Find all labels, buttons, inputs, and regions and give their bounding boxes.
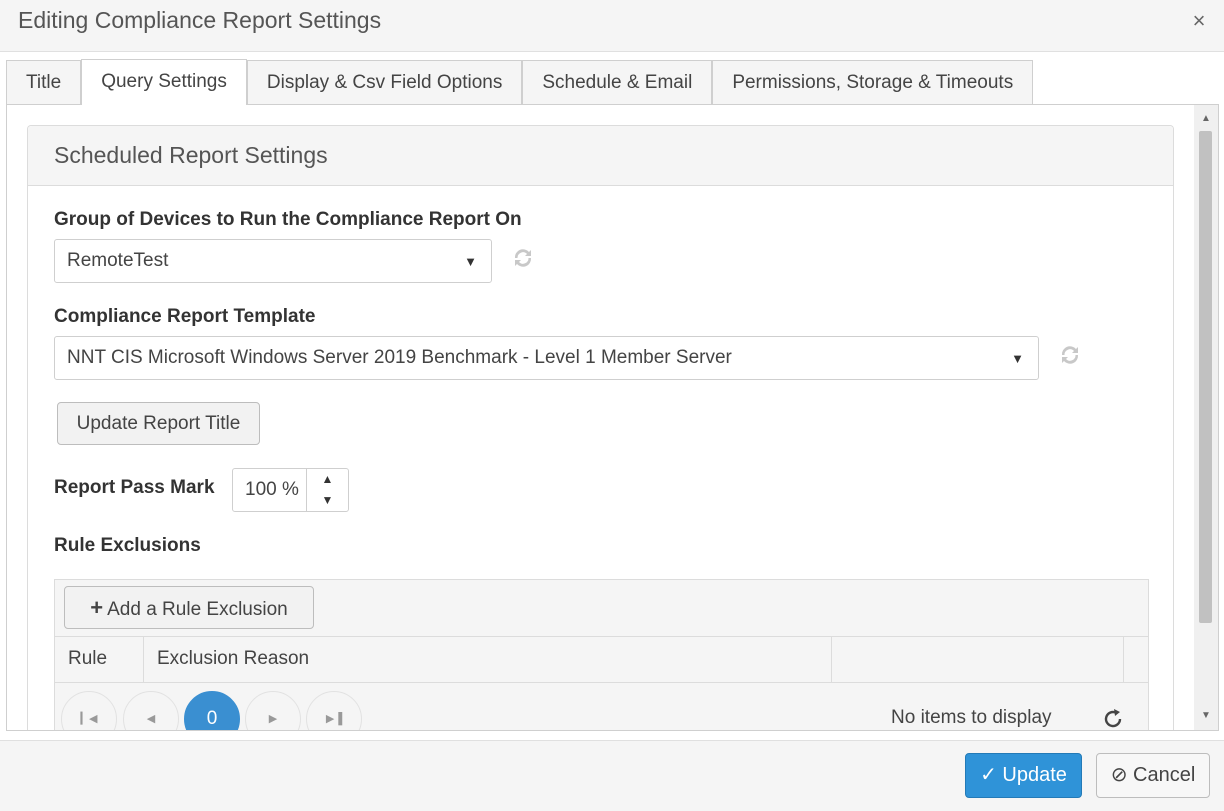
group-label: Group of Devices to Run the Compliance R… xyxy=(54,209,522,230)
refresh-icon[interactable] xyxy=(1101,707,1125,731)
cancel-button[interactable]: ⊘ Cancel xyxy=(1096,753,1210,798)
previous-page-button[interactable]: ◀ xyxy=(123,691,179,730)
grid-header: Rule Exclusion Reason xyxy=(55,637,1148,683)
rule-exclusions-label: Rule Exclusions xyxy=(54,535,201,556)
dialog-footer: ✓ Update ⊘ Cancel xyxy=(0,740,1224,811)
scroll-thumb[interactable] xyxy=(1199,131,1212,623)
grid-pager: ▎◀ ◀ 0 ▶ ▶▐ No items to display xyxy=(55,683,1148,731)
stepper-buttons: ▲ ▼ xyxy=(306,469,348,511)
check-icon: ✓ xyxy=(980,764,997,786)
column-header-exclusion-reason[interactable]: Exclusion Reason xyxy=(144,637,832,682)
last-page-button[interactable]: ▶▐ xyxy=(306,691,362,730)
plus-icon: + xyxy=(90,595,104,620)
tab-schedule-email[interactable]: Schedule & Email xyxy=(522,60,713,105)
update-button[interactable]: ✓ Update xyxy=(965,753,1082,798)
group-select[interactable]: RemoteTest ▼ xyxy=(54,239,492,283)
add-rule-exclusion-button[interactable]: + Add a Rule Exclusion xyxy=(64,586,314,629)
column-header-actions xyxy=(832,637,1124,682)
increment-button[interactable]: ▲ xyxy=(307,469,348,490)
panel-heading: Scheduled Report Settings xyxy=(28,126,1173,186)
tab-query-settings[interactable]: Query Settings xyxy=(81,59,247,105)
grid-toolbar: + Add a Rule Exclusion xyxy=(55,580,1148,637)
refresh-icon[interactable] xyxy=(511,246,535,270)
tab-bar: Title Query Settings Display & Csv Field… xyxy=(6,59,1034,105)
vertical-scrollbar[interactable]: ▲ ▼ xyxy=(1194,105,1218,730)
update-label: Update xyxy=(1002,764,1067,786)
pass-mark-stepper[interactable]: 100 % ▲ ▼ xyxy=(232,468,349,512)
template-label: Compliance Report Template xyxy=(54,306,316,327)
first-page-button[interactable]: ▎◀ xyxy=(61,691,117,730)
scroll-down-arrow[interactable]: ▼ xyxy=(1194,706,1218,726)
tab-permissions-storage-timeouts[interactable]: Permissions, Storage & Timeouts xyxy=(712,60,1034,105)
template-select-value: NNT CIS Microsoft Windows Server 2019 Be… xyxy=(67,347,732,368)
chevron-down-icon: ▼ xyxy=(464,254,477,269)
ban-icon: ⊘ xyxy=(1110,764,1128,786)
chevron-down-icon: ▼ xyxy=(1011,351,1024,366)
cancel-label: Cancel xyxy=(1133,764,1196,786)
column-header-rule[interactable]: Rule xyxy=(55,637,144,682)
group-select-value: RemoteTest xyxy=(67,250,169,271)
decrement-button[interactable]: ▼ xyxy=(307,490,348,511)
pass-mark-label: Report Pass Mark xyxy=(54,477,215,498)
template-select[interactable]: NNT CIS Microsoft Windows Server 2019 Be… xyxy=(54,336,1039,380)
tab-content: Scheduled Report Settings Group of Devic… xyxy=(6,104,1219,731)
dialog-header: Editing Compliance Report Settings × xyxy=(0,0,1224,52)
next-page-button[interactable]: ▶ xyxy=(245,691,301,730)
dialog-title: Editing Compliance Report Settings xyxy=(18,7,382,33)
pager-info: No items to display xyxy=(891,707,1052,728)
tab-display-csv-field-options[interactable]: Display & Csv Field Options xyxy=(246,60,523,105)
current-page[interactable]: 0 xyxy=(184,691,240,730)
tab-title[interactable]: Title xyxy=(6,60,82,105)
close-button[interactable]: × xyxy=(1188,10,1210,32)
rule-exclusions-grid: + Add a Rule Exclusion Rule Exclusion Rea… xyxy=(54,579,1149,731)
add-rule-exclusion-label: Add a Rule Exclusion xyxy=(107,599,288,620)
update-report-title-button[interactable]: Update Report Title xyxy=(57,402,260,445)
scheduled-report-settings-panel: Scheduled Report Settings Group of Devic… xyxy=(27,125,1174,731)
scroll-up-arrow[interactable]: ▲ xyxy=(1194,109,1218,129)
refresh-icon[interactable] xyxy=(1058,343,1082,367)
pass-mark-value: 100 % xyxy=(245,479,299,500)
